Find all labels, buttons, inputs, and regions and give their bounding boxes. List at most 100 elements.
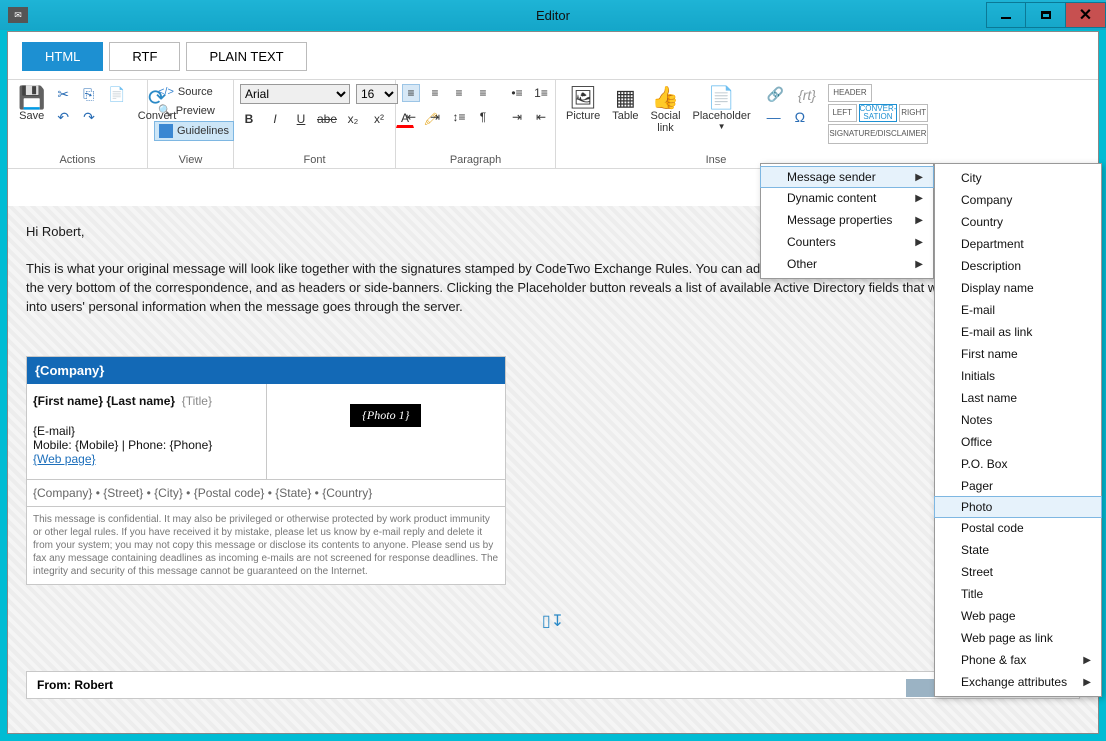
strike-button[interactable]: abe [318, 110, 336, 128]
sig-photo-placeholder: {Photo 1} [350, 404, 421, 427]
menu-counters[interactable]: Counters▶ [761, 231, 933, 253]
titlebar: ✉ Editor ✕ [0, 0, 1106, 30]
submenu-po-box[interactable]: P.O. Box [935, 453, 1101, 475]
numbered-list-button[interactable]: 1≡ [532, 84, 550, 102]
insert-marker-icon[interactable]: ▯↧ [26, 611, 1080, 631]
align-right-button[interactable]: ≡ [450, 84, 468, 102]
link-icon[interactable]: 🔗 [763, 84, 788, 105]
preview-button[interactable]: 🔍Preview [154, 102, 219, 119]
paste-button[interactable]: 📄 [104, 84, 129, 105]
rt-placeholder-icon[interactable]: {rt} [794, 85, 820, 105]
maximize-button[interactable] [1026, 2, 1066, 28]
layout-right[interactable]: RIGHT [899, 104, 928, 122]
submenu-department[interactable]: Department [935, 233, 1101, 255]
underline-button[interactable]: U [292, 110, 310, 128]
submenu-title[interactable]: Title [935, 583, 1101, 605]
group-font-label: Font [240, 154, 389, 166]
submenu-country[interactable]: Country [935, 211, 1101, 233]
hr-icon[interactable]: — [763, 107, 785, 127]
copy-button[interactable]: ⎘ [79, 84, 98, 105]
source-button[interactable]: </>Source [154, 84, 217, 100]
submenu-email[interactable]: E-mail [935, 299, 1101, 321]
indent-button[interactable]: ⇥ [426, 108, 444, 126]
picture-button[interactable]: 🖼Picture [562, 84, 604, 124]
omega-icon[interactable]: Ω [791, 107, 809, 127]
submenu-pager[interactable]: Pager [935, 475, 1101, 497]
subscript-button[interactable]: x₂ [344, 110, 362, 128]
submenu-city[interactable]: City [935, 167, 1101, 189]
text-direction-button[interactable]: ¶ [474, 108, 492, 126]
submenu-initials[interactable]: Initials [935, 365, 1101, 387]
message-sender-submenu: City Company Country Department Descript… [934, 163, 1102, 697]
bullet-list-button[interactable]: •≡ [508, 84, 526, 102]
sig-phones: Mobile: {Mobile} | Phone: {Phone} [33, 438, 260, 452]
sig-company: {Company} [27, 357, 505, 384]
close-button[interactable]: ✕ [1066, 2, 1106, 28]
sig-address: {Company} • {Street} • {City} • {Postal … [27, 480, 505, 507]
tab-rtf[interactable]: RTF [109, 42, 180, 71]
sig-email: {E-mail} [33, 424, 260, 438]
align-justify-button[interactable]: ≡ [474, 84, 492, 102]
window-title: Editor [536, 8, 570, 23]
menu-message-properties[interactable]: Message properties▶ [761, 209, 933, 231]
sig-title: {Title} [182, 394, 212, 408]
tab-html[interactable]: HTML [22, 42, 103, 71]
menu-other[interactable]: Other▶ [761, 253, 933, 275]
signature-block: {Company} {First name} {Last name} {Titl… [26, 356, 506, 585]
submenu-last-name[interactable]: Last name [935, 387, 1101, 409]
menu-message-sender[interactable]: Message sender▶ [760, 166, 934, 188]
submenu-photo[interactable]: Photo [934, 496, 1102, 518]
table-button[interactable]: ▦Table [608, 84, 642, 124]
submenu-company[interactable]: Company [935, 189, 1101, 211]
submenu-display-name[interactable]: Display name [935, 277, 1101, 299]
minimize-button[interactable] [986, 2, 1026, 28]
layout-conversation[interactable]: CONVER- SATION [859, 104, 898, 122]
save-button[interactable]: 💾Save [14, 84, 49, 124]
outdent-button[interactable]: ⇤ [402, 108, 420, 126]
placeholder-menu: Message sender▶ Dynamic content▶ Message… [760, 163, 934, 279]
submenu-description[interactable]: Description [935, 255, 1101, 277]
layout-left[interactable]: LEFT [828, 104, 857, 122]
font-family-select[interactable]: Arial [240, 84, 350, 104]
guidelines-button[interactable]: Guidelines [154, 121, 234, 141]
submenu-exchange-attributes[interactable]: Exchange attributes▶ [935, 671, 1101, 693]
app-icon: ✉ [8, 7, 28, 23]
italic-button[interactable]: I [266, 110, 284, 128]
submenu-web-page-as-link[interactable]: Web page as link [935, 627, 1101, 649]
submenu-street[interactable]: Street [935, 561, 1101, 583]
align-center-button[interactable]: ≡ [426, 84, 444, 102]
submenu-notes[interactable]: Notes [935, 409, 1101, 431]
decrease-indent-button[interactable]: ⇤ [532, 108, 550, 126]
layout-picker: HEADER LEFT CONVER- SATION RIGHT SIGNATU… [828, 84, 928, 144]
group-paragraph-label: Paragraph [402, 154, 549, 166]
submenu-postal-code[interactable]: Postal code [935, 517, 1101, 539]
conv-from: From: Robert [37, 678, 113, 692]
tab-plain-text[interactable]: PLAIN TEXT [186, 42, 306, 71]
placeholder-button[interactable]: 📄Placeholder▼ [689, 84, 755, 133]
sig-name: {First name} {Last name} [33, 394, 175, 408]
submenu-office[interactable]: Office [935, 431, 1101, 453]
submenu-web-page[interactable]: Web page [935, 605, 1101, 627]
sig-disclaimer: This message is confidential. It may als… [27, 507, 505, 584]
sig-web-link[interactable]: {Web page} [33, 452, 96, 466]
submenu-state[interactable]: State [935, 539, 1101, 561]
bold-button[interactable]: B [240, 110, 258, 128]
font-size-select[interactable]: 16 [356, 84, 398, 104]
layout-signature[interactable]: SIGNATURE/DISCLAIMER [828, 124, 928, 144]
format-tabs: HTML RTF PLAIN TEXT [8, 32, 1098, 79]
menu-dynamic-content[interactable]: Dynamic content▶ [761, 187, 933, 209]
redo-button[interactable]: ↷ [79, 107, 99, 128]
group-actions-label: Actions [14, 154, 141, 166]
line-spacing-button[interactable]: ↕≡ [450, 108, 468, 126]
superscript-button[interactable]: x² [370, 110, 388, 128]
submenu-first-name[interactable]: First name [935, 343, 1101, 365]
submenu-phone-fax[interactable]: Phone & fax▶ [935, 649, 1101, 671]
social-link-button[interactable]: 👍Social link [647, 84, 685, 136]
submenu-email-as-link[interactable]: E-mail as link [935, 321, 1101, 343]
layout-header[interactable]: HEADER [828, 84, 872, 102]
undo-button[interactable]: ↶ [53, 107, 73, 128]
increase-indent-button[interactable]: ⇥ [508, 108, 526, 126]
ribbon: 💾Save ✂ ⎘ 📄 ↶ ↷ ⟳Convert▼ Actions [8, 79, 1098, 169]
cut-button[interactable]: ✂ [53, 84, 73, 105]
align-left-button[interactable]: ≡ [402, 84, 420, 102]
